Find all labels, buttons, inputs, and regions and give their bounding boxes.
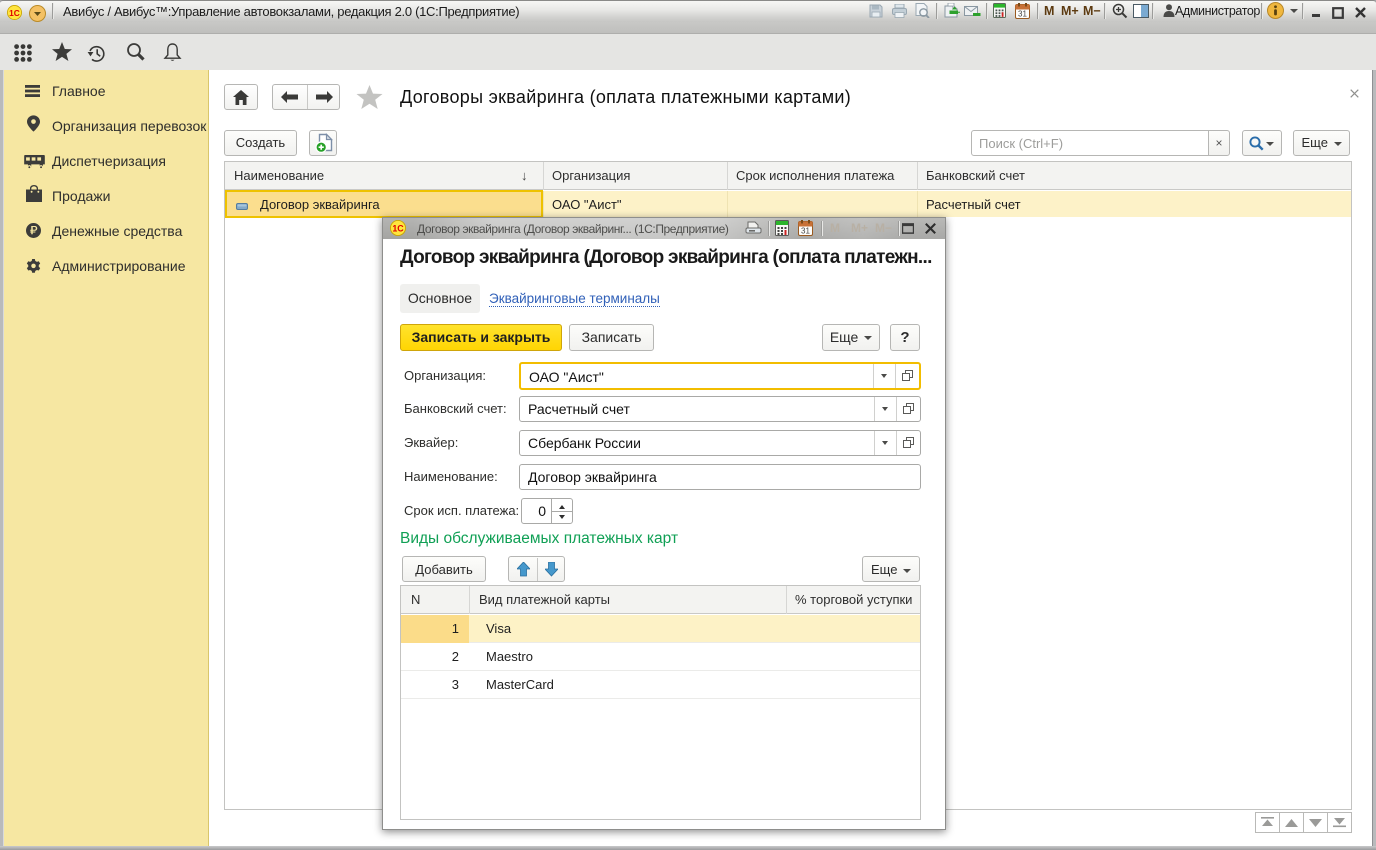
- svg-text:31: 31: [1018, 10, 1027, 19]
- svg-text:1С: 1С: [392, 224, 404, 234]
- svg-text:1С: 1С: [9, 8, 20, 18]
- svg-text:31: 31: [801, 227, 810, 236]
